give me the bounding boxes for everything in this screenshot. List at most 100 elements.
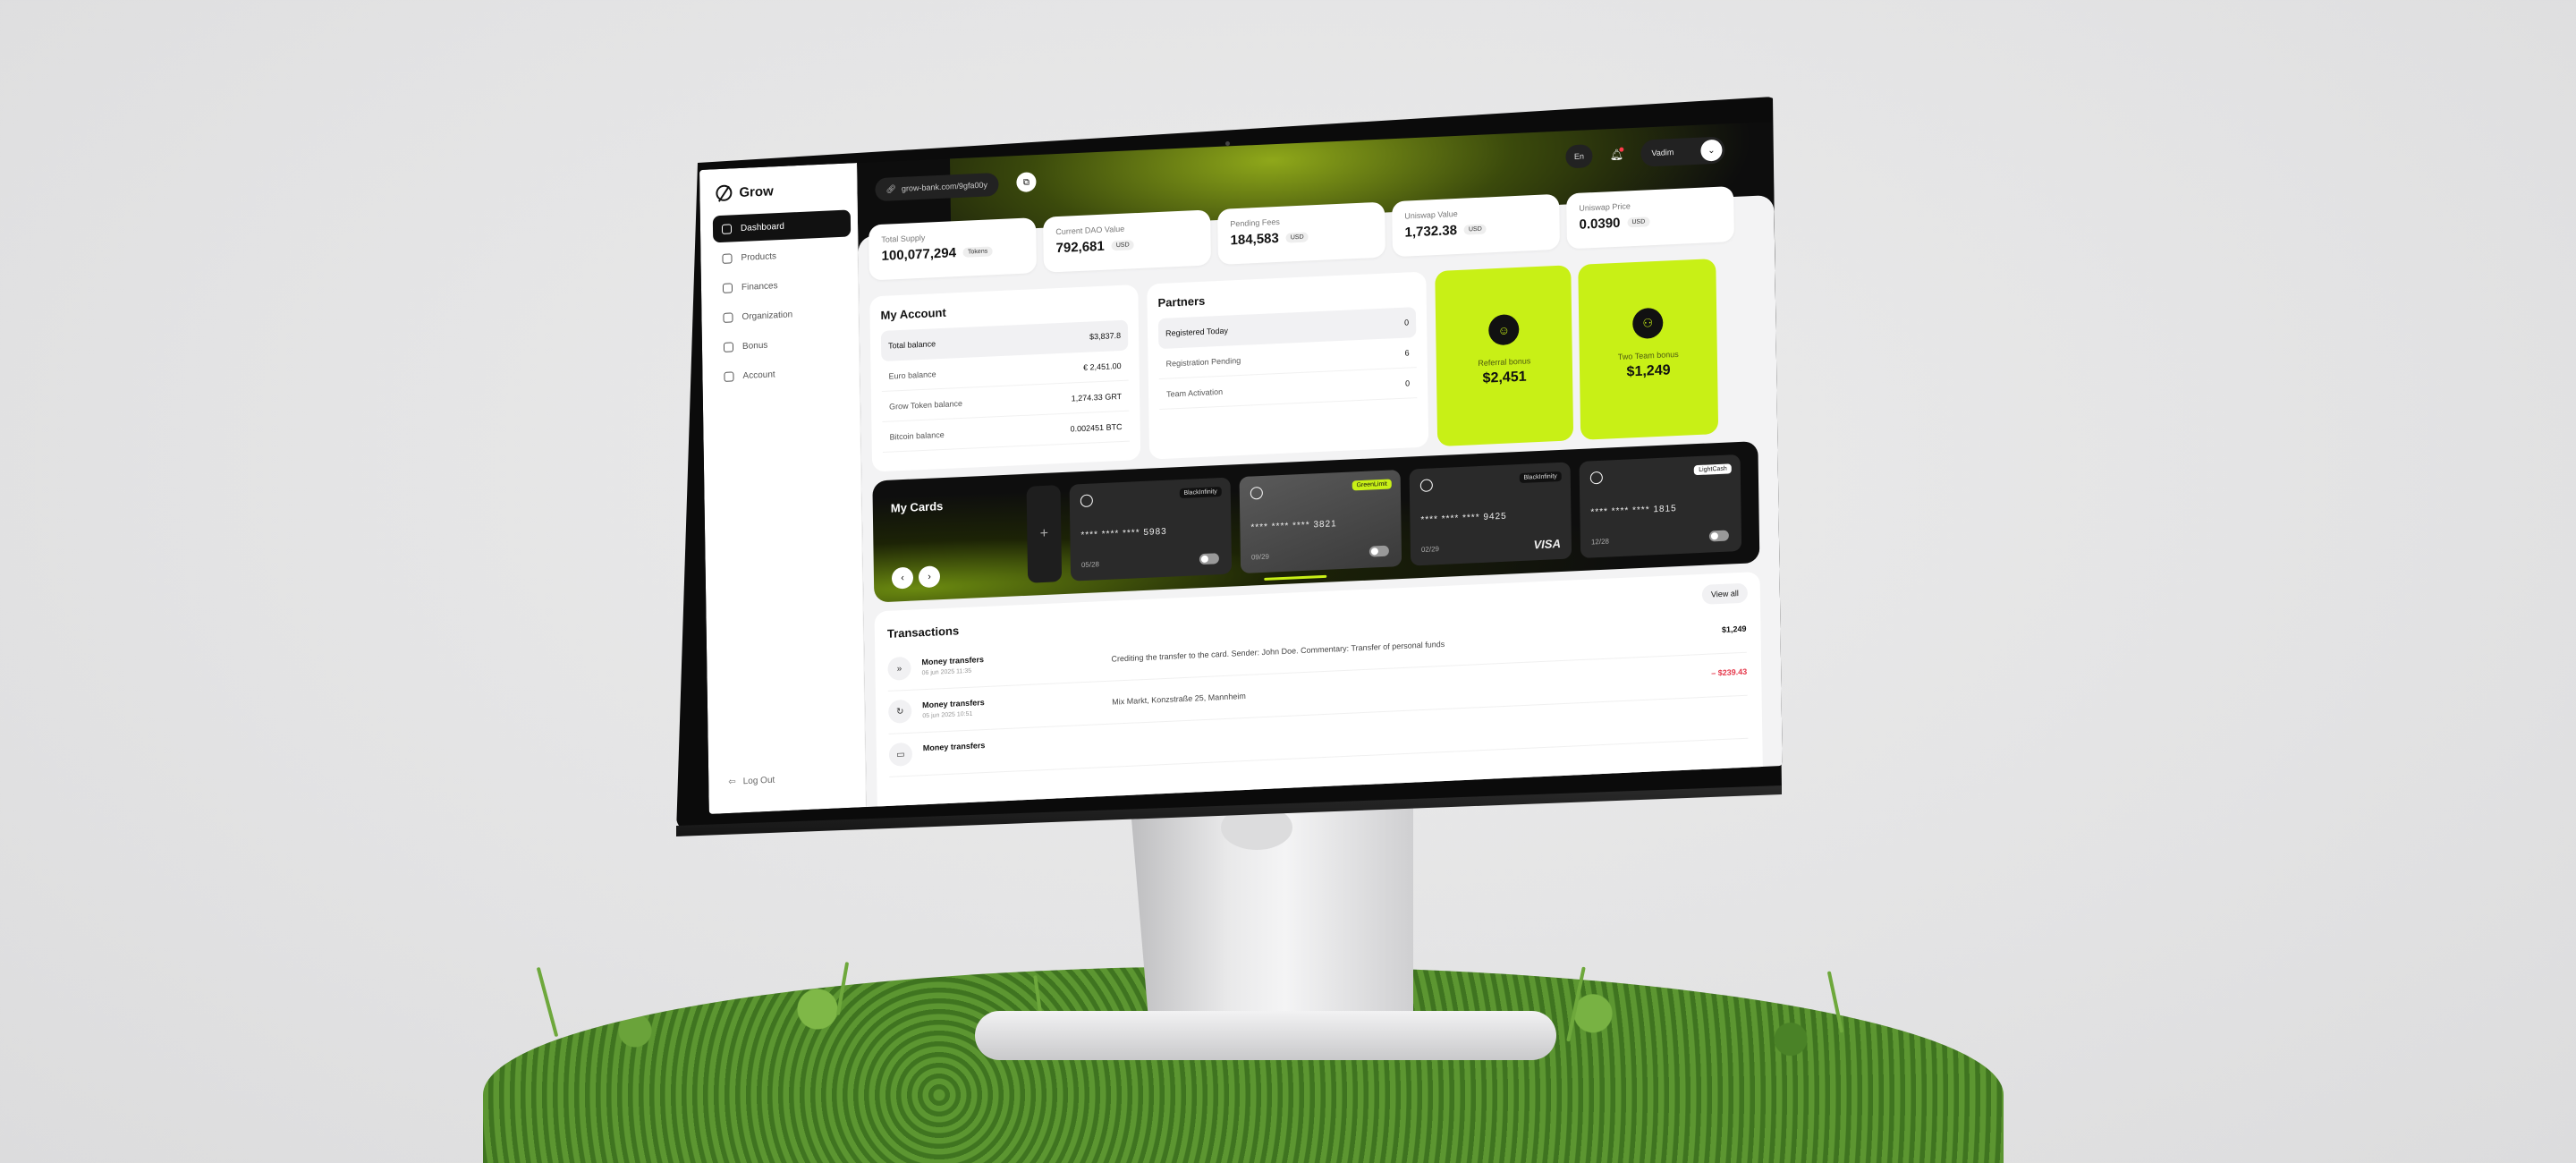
row-value: $3,837.8 bbox=[1089, 330, 1122, 342]
row-value: 0 bbox=[1405, 378, 1411, 388]
cards-next-button[interactable]: › bbox=[918, 565, 941, 589]
logout-icon: ⇦ bbox=[728, 777, 736, 788]
card-tier-badge: BlackInfinity bbox=[1519, 471, 1562, 484]
tx-name: Money transfers bbox=[921, 655, 985, 667]
stat-value: 1,732.38 bbox=[1404, 222, 1458, 241]
sidebar-item-label: Dashboard bbox=[740, 221, 785, 233]
card-expiry: 05/28 bbox=[1080, 560, 1100, 570]
card-number: **** **** **** 5983 bbox=[1080, 526, 1167, 541]
sidebar: Grow Dashboard Products Finances Organiz… bbox=[699, 163, 867, 814]
card-logo-icon bbox=[1080, 494, 1093, 508]
card-tier-badge: BlackInfinity bbox=[1179, 486, 1222, 499]
camera-icon bbox=[1225, 141, 1230, 146]
panel-title: Transactions bbox=[886, 624, 960, 641]
referral-bonus-card[interactable]: ☺ Referral bonus $2,451 bbox=[1435, 265, 1574, 447]
tx-description: Mix Markt, Konzstraße 25, Mannheim bbox=[1112, 691, 1246, 707]
my-account-panel: My Account Total balance $3,837.8 Euro ba… bbox=[869, 284, 1141, 472]
stat-value: 792,681 bbox=[1055, 238, 1105, 257]
stat-dao-value: Current DAO Value 792,681 USD bbox=[1043, 209, 1211, 273]
stat-pending-fees: Pending Fees 184,583 USD bbox=[1217, 201, 1385, 265]
bonus-value: $2,451 bbox=[1482, 369, 1527, 386]
stat-total-supply: Total Supply 100,077,294 Tokens bbox=[869, 217, 1037, 281]
panel-title: My Cards bbox=[890, 499, 944, 515]
row-label: Team Activation bbox=[1166, 386, 1224, 399]
copy-link-button[interactable]: ⧉ bbox=[1016, 172, 1037, 193]
panel-title: Partners bbox=[1157, 293, 1206, 310]
cart-icon bbox=[722, 252, 733, 264]
partners-panel: Partners Registered Today 0 Registration … bbox=[1147, 271, 1429, 460]
card-toggle[interactable] bbox=[1708, 530, 1729, 542]
tx-name: Money transfers bbox=[922, 741, 986, 753]
grid-icon bbox=[721, 223, 733, 234]
card-tier-badge: LightCash bbox=[1694, 463, 1732, 476]
sidebar-item-dashboard[interactable]: Dashboard bbox=[712, 209, 852, 243]
stat-unit: USD bbox=[1627, 216, 1650, 228]
cards-prev-button[interactable]: ‹ bbox=[891, 566, 914, 590]
stat-value: 184,583 bbox=[1230, 230, 1279, 249]
tx-name: Money transfers bbox=[922, 698, 985, 710]
user-menu[interactable]: Vadim ⌄ bbox=[1640, 136, 1725, 167]
chevron-down-icon[interactable]: ⌄ bbox=[1700, 139, 1723, 162]
panel-title: My Account bbox=[880, 305, 946, 322]
row-label: Registration Pending bbox=[1165, 355, 1241, 369]
sidebar-item-label: Account bbox=[742, 369, 775, 381]
gift-icon bbox=[723, 341, 734, 352]
notification-bell-icon[interactable]: 🔔︎ bbox=[1606, 144, 1626, 165]
sidebar-item-finances[interactable]: Finances bbox=[714, 268, 852, 301]
row-label: Total balance bbox=[888, 339, 936, 351]
referral-link-text: grow-bank.com/9gfa00y bbox=[901, 180, 988, 193]
sidebar-item-label: Products bbox=[741, 250, 777, 263]
row-value: 0 bbox=[1403, 318, 1410, 327]
app-name: Grow bbox=[739, 183, 774, 200]
stat-uniswap-value: Uniswap Value 1,732.38 USD bbox=[1392, 193, 1560, 258]
language-switch[interactable]: En bbox=[1565, 144, 1593, 169]
gear-icon bbox=[724, 370, 734, 382]
logout-button[interactable]: ⇦ Log Out bbox=[728, 776, 775, 787]
card-logo-icon bbox=[1419, 479, 1433, 492]
row-value: 0.002451 BTC bbox=[1070, 421, 1123, 434]
card-number: **** **** **** 1815 bbox=[1590, 504, 1677, 518]
row-value: 6 bbox=[1404, 347, 1410, 358]
card-icon: ▭ bbox=[888, 742, 913, 767]
card-logo-icon bbox=[1250, 486, 1263, 500]
add-card-button[interactable]: + bbox=[1026, 485, 1063, 583]
sidebar-item-label: Organization bbox=[741, 309, 793, 322]
row-label: Registered Today bbox=[1165, 326, 1229, 338]
card-toggle[interactable] bbox=[1368, 545, 1389, 557]
team-bonus-card[interactable]: ⚇ Two Team bonus $1,249 bbox=[1578, 258, 1719, 440]
row-label: Grow Token balance bbox=[889, 398, 963, 412]
tx-date: 05 jun 2025 10:51 bbox=[922, 710, 973, 720]
app-logo[interactable]: Grow bbox=[716, 183, 774, 202]
referral-link[interactable]: 🔗︎ grow-bank.com/9gfa00y bbox=[875, 172, 999, 202]
sidebar-nav: Dashboard Products Finances Organization… bbox=[712, 209, 853, 393]
card-toggle[interactable] bbox=[1199, 553, 1219, 565]
sidebar-item-account[interactable]: Account bbox=[715, 357, 852, 390]
bonus-value: $1,249 bbox=[1626, 362, 1671, 380]
bank-card[interactable]: BlackInfinity **** **** **** 9425 02/29 … bbox=[1409, 462, 1572, 566]
org-icon bbox=[723, 311, 733, 323]
logout-label: Log Out bbox=[742, 775, 775, 787]
stat-label: Total Supply bbox=[881, 233, 926, 244]
stat-label: Uniswap Value bbox=[1404, 208, 1458, 221]
stat-unit: USD bbox=[1111, 240, 1134, 251]
bank-card[interactable]: BlackInfinity **** **** **** 5983 05/28 bbox=[1069, 477, 1233, 582]
bank-card-selected[interactable]: GreenLimit **** **** **** 3821 09/29 bbox=[1239, 469, 1402, 574]
sidebar-item-products[interactable]: Products bbox=[713, 239, 851, 272]
row-value: 1,274.33 GRT bbox=[1071, 391, 1123, 403]
card-number: **** **** **** 3821 bbox=[1250, 519, 1337, 533]
coins-icon bbox=[722, 282, 733, 293]
monitor-screen: Grow Dashboard Products Finances Organiz… bbox=[699, 122, 1783, 814]
visa-logo: VISA bbox=[1533, 536, 1562, 552]
bank-card[interactable]: LightCash **** **** **** 1815 12/28 bbox=[1579, 454, 1742, 558]
sidebar-item-label: Bonus bbox=[741, 340, 768, 352]
stat-uniswap-price: Uniswap Price 0.0390 USD bbox=[1566, 186, 1734, 250]
sidebar-item-organization[interactable]: Organization bbox=[714, 298, 852, 331]
card-active-indicator bbox=[1264, 574, 1327, 581]
view-all-button[interactable]: View all bbox=[1701, 582, 1749, 605]
stat-unit: USD bbox=[1285, 232, 1309, 243]
stat-unit: Tokens bbox=[962, 246, 993, 258]
sidebar-item-bonus[interactable]: Bonus bbox=[715, 327, 852, 361]
stat-label: Uniswap Price bbox=[1579, 201, 1631, 213]
user-name: Vadim bbox=[1651, 148, 1674, 158]
link-icon: 🔗︎ bbox=[886, 183, 896, 194]
